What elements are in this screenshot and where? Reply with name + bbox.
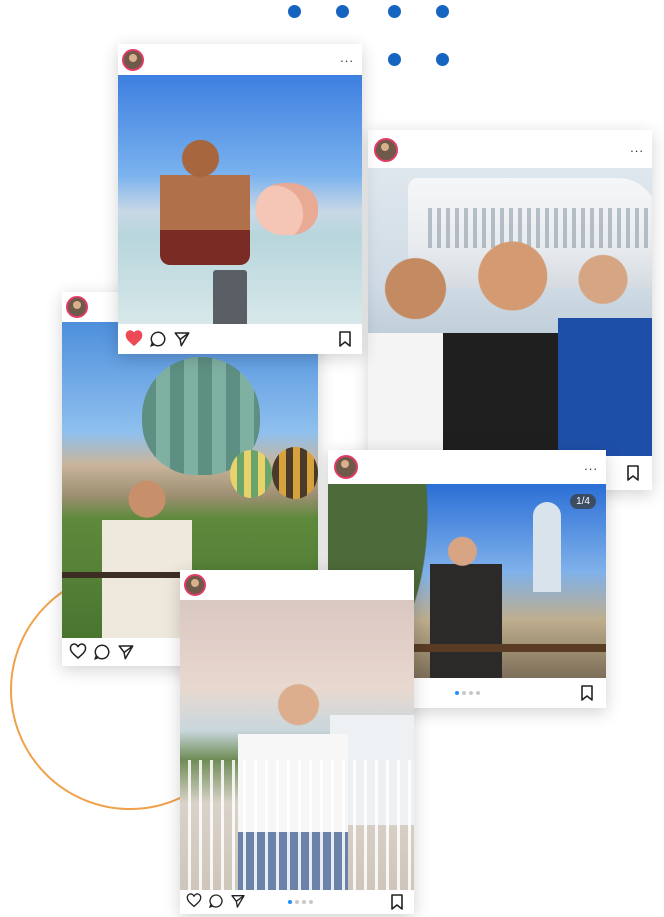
share-icon[interactable] <box>230 893 246 909</box>
post-card-balcony <box>180 570 414 914</box>
post-actions <box>118 324 362 354</box>
heart-icon[interactable] <box>186 893 202 909</box>
carousel-pager <box>455 691 480 695</box>
pager-dot <box>455 691 459 695</box>
avatar[interactable] <box>184 574 206 596</box>
decor-dot <box>288 5 301 18</box>
decor-dot <box>388 5 401 18</box>
balustrade <box>180 760 414 890</box>
avatar[interactable] <box>66 296 88 318</box>
pager-dot <box>469 691 473 695</box>
tower <box>533 502 561 592</box>
post-photo <box>368 168 652 456</box>
person-right <box>558 238 652 456</box>
share-icon[interactable] <box>117 643 135 661</box>
pager-dot <box>476 691 480 695</box>
avatar[interactable] <box>374 138 398 162</box>
post-card-cruise: ... <box>368 130 652 490</box>
more-options-icon[interactable]: ... <box>584 458 598 473</box>
pager-dot <box>288 900 292 904</box>
image-counter: 1/4 <box>570 494 596 509</box>
comment-icon[interactable] <box>93 643 111 661</box>
carousel-pager <box>288 900 313 904</box>
man-figure <box>160 135 250 265</box>
pager-dot <box>309 900 313 904</box>
post-photo <box>180 600 414 890</box>
decor-dot <box>388 53 401 66</box>
bookmark-icon[interactable] <box>626 465 640 481</box>
selfie-stick <box>213 270 247 324</box>
heart-icon[interactable] <box>125 330 143 348</box>
comment-icon[interactable] <box>208 893 224 909</box>
bookmark-icon[interactable] <box>580 685 594 701</box>
avatar[interactable] <box>334 455 358 479</box>
more-options-icon[interactable]: ... <box>630 140 644 155</box>
post-header: ... <box>328 450 606 484</box>
more-options-icon[interactable]: ... <box>340 50 354 65</box>
post-header: ... <box>368 130 652 168</box>
share-icon[interactable] <box>173 330 191 348</box>
avatar[interactable] <box>122 49 144 71</box>
decor-dot <box>436 53 449 66</box>
woman-figure <box>430 534 502 678</box>
bookmark-icon[interactable] <box>338 331 352 347</box>
balloon-small <box>230 450 272 498</box>
balloon-small <box>272 447 318 499</box>
bookmark-icon[interactable] <box>390 894 404 910</box>
post-actions <box>180 890 414 914</box>
pager-dot <box>462 691 466 695</box>
post-header <box>180 570 414 600</box>
comment-icon[interactable] <box>149 330 167 348</box>
pager-dot <box>295 900 299 904</box>
post-header: ... <box>118 44 362 75</box>
decor-dot <box>336 5 349 18</box>
heart-icon[interactable] <box>69 643 87 661</box>
pig-figure <box>256 183 318 235</box>
pager-dot <box>302 900 306 904</box>
post-card-pig-beach: ... <box>118 44 362 354</box>
post-photo <box>118 75 362 324</box>
decor-dot <box>436 5 449 18</box>
